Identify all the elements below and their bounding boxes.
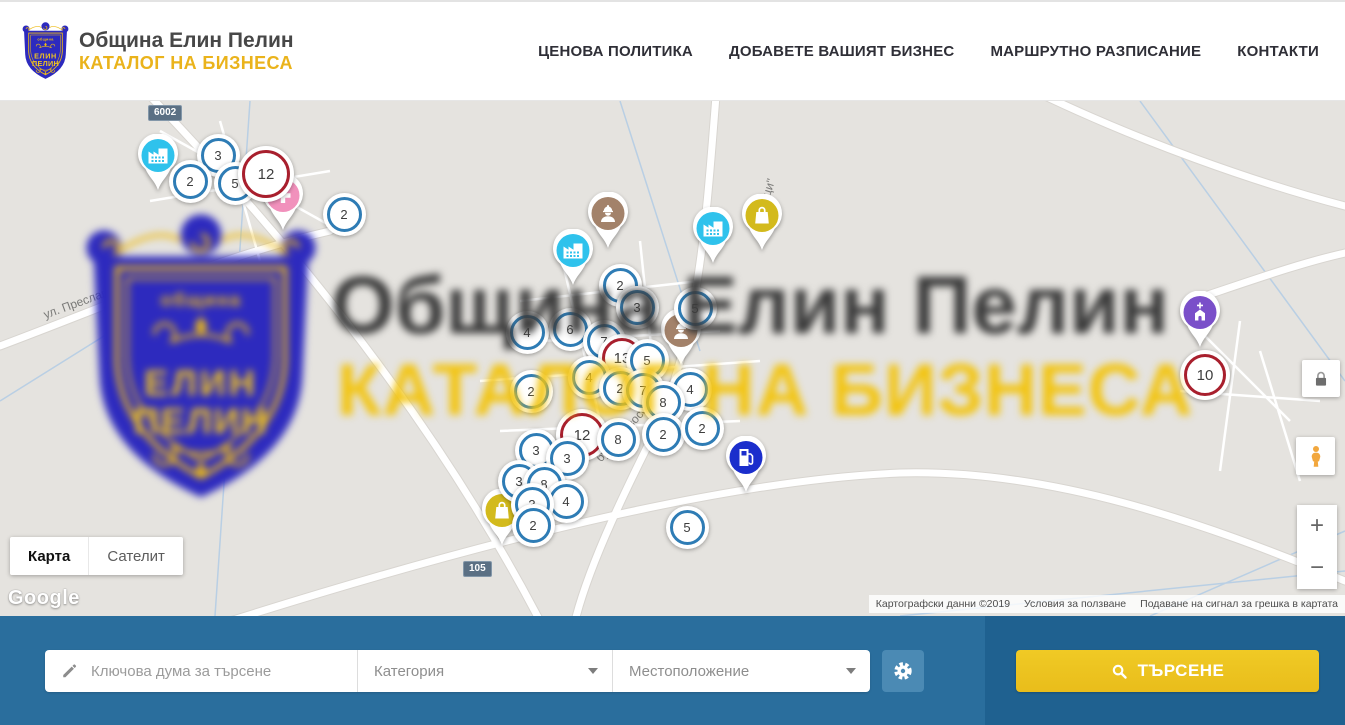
zoom-out-button[interactable]: −: [1297, 547, 1337, 589]
search-bar: Категория Местоположение ТЪРСЕНЕ: [0, 616, 1345, 725]
bag-pin[interactable]: [739, 194, 785, 257]
search-bar-left: Категория Местоположение: [0, 616, 985, 725]
map-canvas[interactable]: 6002105 ул. Преславбул. „Новоселци" 3251…: [0, 101, 1345, 616]
pegman-icon: [1304, 444, 1328, 468]
keyword-search-input[interactable]: [89, 662, 343, 681]
cluster-marker[interactable]: 4: [506, 311, 549, 354]
municipality-crest-logo: [22, 22, 69, 80]
cluster-marker[interactable]: 2: [512, 504, 555, 547]
lock-icon: [1310, 368, 1332, 390]
attribution-text: Картографски данни ©2019: [869, 595, 1017, 613]
cluster-marker[interactable]: 12: [238, 146, 294, 202]
pegman-button[interactable]: [1296, 437, 1335, 475]
gear-icon: [892, 660, 914, 682]
search-submit-label: ТЪРСЕНЕ: [1138, 661, 1225, 681]
cluster-marker[interactable]: 2: [510, 370, 553, 413]
cluster-marker[interactable]: 2: [169, 160, 212, 203]
search-submit-button[interactable]: ТЪРСЕНЕ: [1016, 650, 1319, 692]
map-type-satellite-button[interactable]: Сателит: [88, 537, 183, 575]
map-type-map-button[interactable]: Карта: [10, 537, 88, 575]
search-bar-right: ТЪРСЕНЕ: [985, 616, 1345, 725]
main-nav: ЦЕНОВА ПОЛИТИКА ДОБАВЕТЕ ВАШИЯТ БИЗНЕС МАР…: [538, 43, 1345, 60]
site-subtitle: КАТАЛОГ НА БИЗНЕСА: [79, 53, 294, 74]
chevron-down-icon: [846, 668, 856, 674]
search-form: Категория Местоположение: [45, 650, 870, 692]
map-markers: 325122235647135422748128223338432510: [0, 101, 1345, 616]
church-pin[interactable]: [1177, 291, 1223, 354]
cluster-marker[interactable]: 3: [616, 286, 659, 329]
cluster-marker[interactable]: 10: [1180, 350, 1230, 400]
cluster-marker[interactable]: 8: [597, 418, 640, 461]
lock-button[interactable]: [1302, 360, 1340, 397]
factory-pin[interactable]: [550, 229, 596, 292]
keyword-segment: [45, 650, 357, 692]
attribution-link[interactable]: Условия за ползване: [1017, 595, 1133, 613]
category-select-label: Категория: [374, 663, 444, 680]
attribution-link[interactable]: Подаване на сигнал за грешка в картата: [1133, 595, 1345, 613]
magnifier-icon: [1111, 663, 1128, 680]
google-logo[interactable]: Google: [8, 587, 80, 610]
location-select[interactable]: Местоположение: [612, 650, 870, 692]
fuel-pin[interactable]: [723, 436, 769, 499]
site-title: Община Елин Пелин: [79, 29, 294, 53]
advanced-settings-button[interactable]: [882, 650, 924, 692]
zoom-in-button[interactable]: +: [1297, 505, 1337, 547]
zoom-control: + −: [1297, 505, 1337, 589]
map-type-control: Карта Сателит: [10, 537, 183, 575]
nav-item[interactable]: ДОБАВЕТЕ ВАШИЯТ БИЗНЕС: [729, 43, 954, 60]
nav-item[interactable]: ЦЕНОВА ПОЛИТИКА: [538, 43, 693, 60]
cluster-marker[interactable]: 5: [666, 506, 709, 549]
location-select-label: Местоположение: [629, 663, 749, 680]
cluster-marker[interactable]: 2: [323, 193, 366, 236]
brand[interactable]: Община Елин Пелин КАТАЛОГ НА БИЗНЕСА: [22, 22, 294, 80]
cluster-marker[interactable]: 2: [681, 407, 724, 450]
nav-item[interactable]: МАРШРУТНО РАЗПИСАНИЕ: [990, 43, 1201, 60]
factory-pin[interactable]: [690, 207, 736, 270]
map-attribution: Картографски данни ©2019Условия за ползв…: [869, 595, 1345, 613]
category-select[interactable]: Категория: [357, 650, 612, 692]
cluster-marker[interactable]: 2: [642, 413, 685, 456]
header: Община Елин Пелин КАТАЛОГ НА БИЗНЕСА ЦЕН…: [0, 0, 1345, 101]
pencil-icon: [61, 662, 79, 680]
cluster-marker[interactable]: 5: [674, 287, 717, 330]
nav-item[interactable]: КОНТАКТИ: [1237, 43, 1319, 60]
chevron-down-icon: [588, 668, 598, 674]
